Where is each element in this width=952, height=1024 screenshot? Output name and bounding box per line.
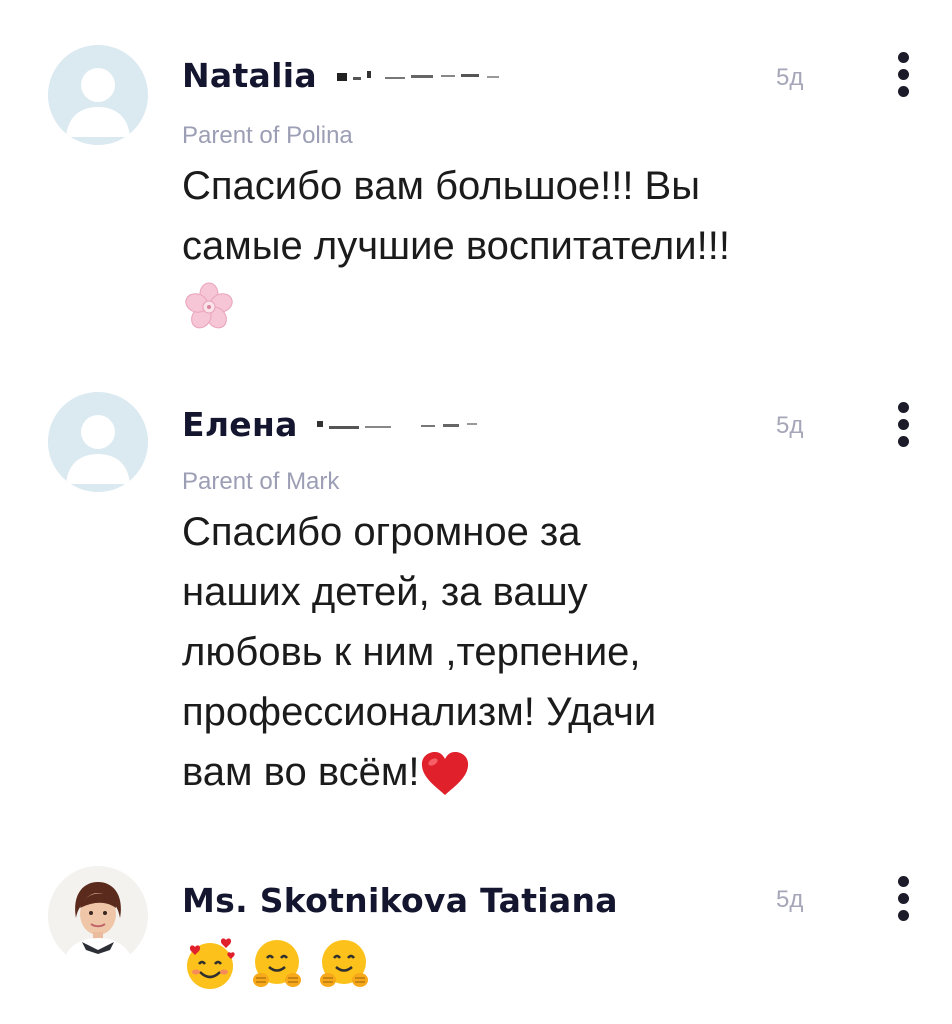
comment-item: Ms. Skotnikova Tatiana 5д — [0, 0, 952, 1024]
author-name[interactable]: Ms. Skotnikova Tatiana — [182, 881, 618, 920]
comment-time: 5д — [776, 886, 804, 913]
hugging-face-icon — [253, 940, 302, 987]
smiling-face-with-hearts-icon — [187, 938, 235, 989]
avatar-photo[interactable] — [48, 866, 148, 966]
more-options-button[interactable] — [890, 876, 918, 924]
comment-feed: Natalia 5д Parent of Polina Спасибо вам … — [0, 0, 952, 1024]
user-photo-icon — [48, 866, 148, 966]
comment-emoji-row — [182, 936, 822, 992]
hugging-face-icon — [320, 940, 369, 987]
